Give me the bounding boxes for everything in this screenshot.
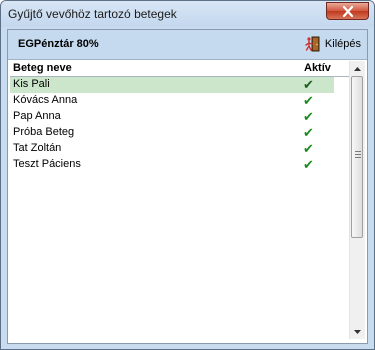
column-header-name[interactable]: Beteg neve — [13, 62, 72, 74]
scrollbar-thumb[interactable] — [351, 76, 363, 238]
table-row[interactable]: Tat Zoltán ✔ — [10, 141, 334, 157]
table-row[interactable]: Próba Beteg ✔ — [10, 125, 334, 141]
exit-button[interactable]: Kilépés — [305, 35, 361, 53]
patient-name: Pap Anna — [13, 110, 61, 122]
scroll-down-button[interactable] — [350, 324, 365, 339]
patient-name: Tat Zoltán — [13, 142, 62, 154]
exit-label: Kilépés — [324, 38, 361, 50]
header-bar: EGPénztár 80% Kilépés — [8, 30, 367, 60]
grip-icon — [355, 151, 361, 160]
column-header-row: Beteg neve Aktív — [10, 61, 351, 77]
arrow-up-icon — [354, 66, 361, 71]
scroll-up-button[interactable] — [350, 61, 365, 76]
checkmark-icon: ✔ — [303, 157, 314, 172]
patient-rows: Kis Pali ✔ Kóvács Anna ✔ Pap Anna ✔ Prób… — [10, 77, 351, 173]
table-row[interactable]: Teszt Páciens ✔ — [10, 157, 334, 173]
checkmark-icon: ✔ — [303, 125, 314, 140]
close-icon — [342, 6, 354, 17]
vertical-scrollbar[interactable] — [349, 61, 365, 339]
patient-name: Próba Beteg — [13, 126, 75, 138]
patient-list[interactable]: Beteg neve Aktív Kis Pali ✔ Kóvács Anna … — [10, 61, 351, 338]
checkmark-icon: ✔ — [303, 141, 314, 156]
close-button[interactable] — [326, 2, 369, 20]
column-header-active[interactable]: Aktív — [304, 62, 331, 74]
patient-name: Kis Pali — [13, 78, 50, 90]
checkmark-icon: ✔ — [303, 93, 314, 108]
fund-label: EGPénztár 80% — [18, 38, 99, 50]
patients-window: Gyűjtő vevőhöz tartozó betegek EGPénztár… — [0, 0, 375, 350]
window-title: Gyűjtő vevőhöz tartozó betegek — [8, 7, 177, 21]
title-bar[interactable]: Gyűjtő vevőhöz tartozó betegek — [1, 1, 374, 27]
table-row[interactable]: Kis Pali ✔ — [10, 77, 334, 93]
table-row[interactable]: Kóvács Anna ✔ — [10, 93, 334, 109]
table-row[interactable]: Pap Anna ✔ — [10, 109, 334, 125]
patient-name: Teszt Páciens — [13, 158, 81, 170]
checkmark-icon: ✔ — [303, 109, 314, 124]
exit-door-icon — [305, 36, 320, 52]
checkmark-icon: ✔ — [303, 77, 314, 92]
client-area: EGPénztár 80% Kilépés Beteg neve Aktív K… — [7, 29, 368, 344]
patient-name: Kóvács Anna — [13, 94, 78, 106]
arrow-down-icon — [354, 329, 361, 334]
